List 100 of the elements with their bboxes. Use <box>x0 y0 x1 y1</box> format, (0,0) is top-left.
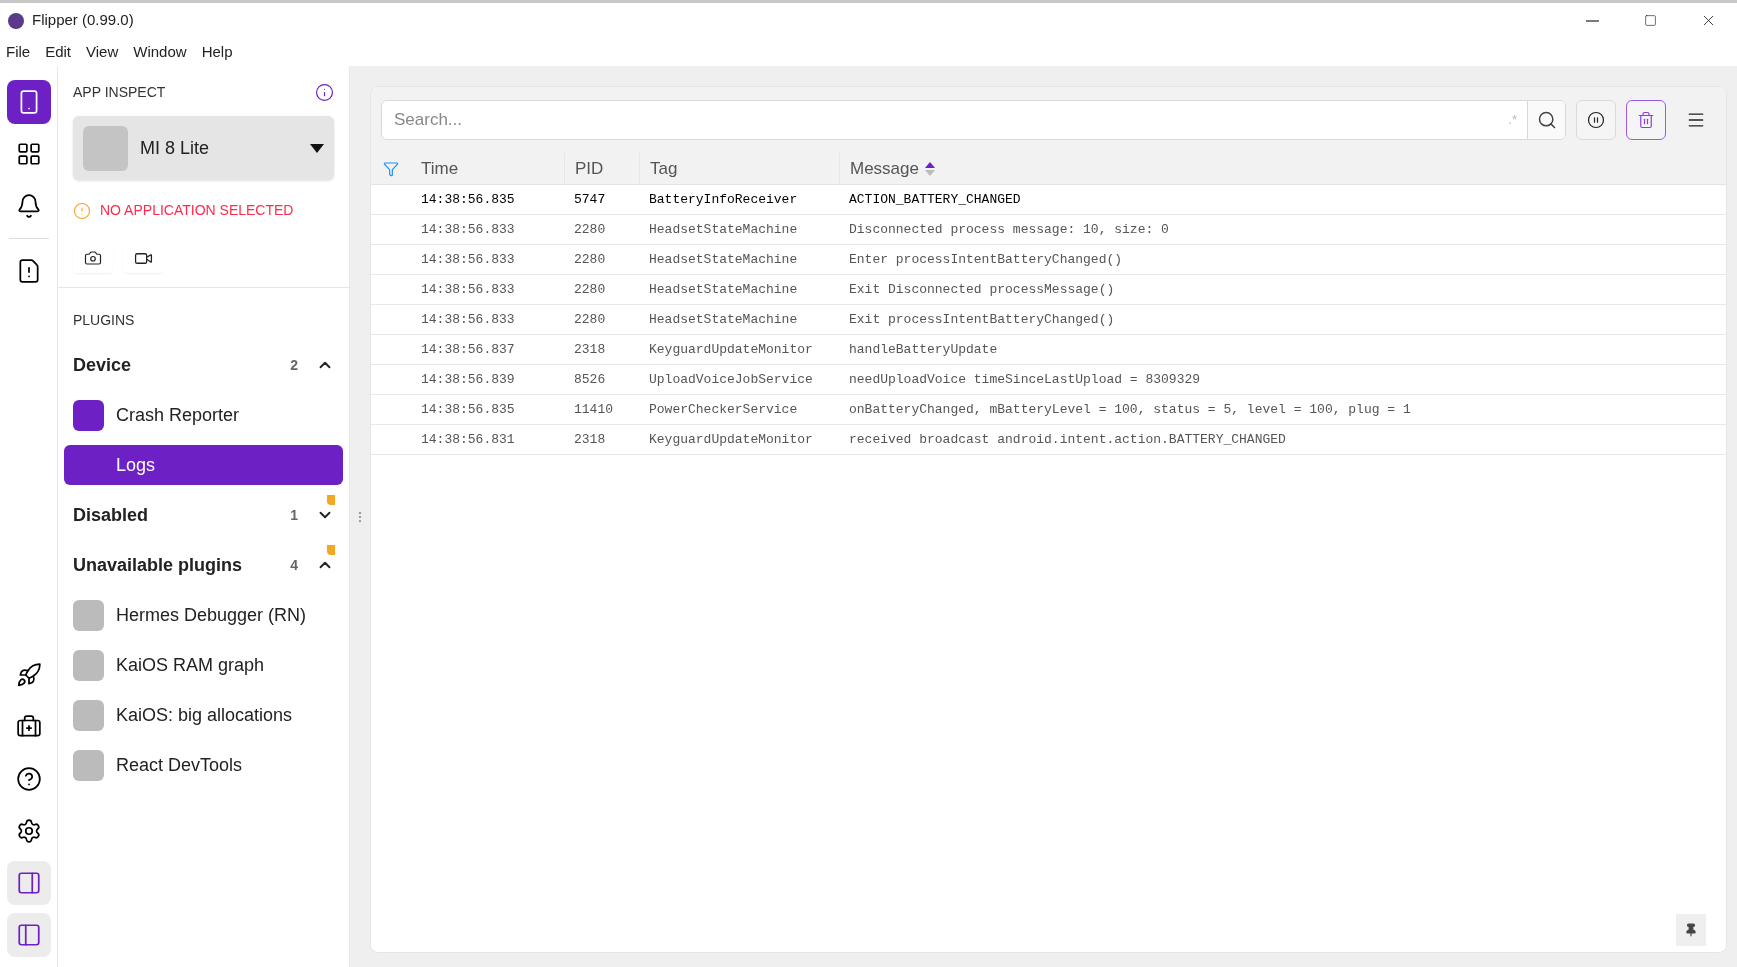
plugin-item[interactable]: KaiOS: big allocations <box>64 695 343 735</box>
log-row[interactable]: 14:38:56.833 2280 HeadsetStateMachine Disconnected process message: 10, size: 0 <box>371 215 1726 245</box>
info-icon[interactable] <box>315 83 334 102</box>
table-cell: 14:38:56.837 <box>421 341 515 357</box>
group-label: Unavailable plugins <box>73 553 244 577</box>
plugin-item[interactable]: KaiOS RAM graph <box>64 645 343 685</box>
window-title: Flipper (0.99.0) <box>32 10 134 31</box>
log-row[interactable]: 14:38:56.837 2318 KeyguardUpdateMonitor handleBatteryUpdate <box>371 335 1726 365</box>
column-header[interactable]: PID <box>564 153 639 184</box>
plugin-item[interactable]: React DevTools <box>64 745 343 785</box>
table-cell: 2280 <box>574 221 606 237</box>
table-cell: 2280 <box>574 311 606 327</box>
caret-icon <box>310 143 324 153</box>
plugin-group-header[interactable]: Device 2 <box>58 340 349 390</box>
plugin-item[interactable]: Logs <box>64 445 343 485</box>
table-cell: needUploadVoice timeSinceLastUpload = 8309329 <box>849 371 1201 387</box>
panel-left-icon <box>15 922 42 948</box>
plugin-item[interactable]: Crash Reporter <box>64 395 343 435</box>
delete-button[interactable] <box>1626 100 1666 140</box>
table-cell: received broadcast android.intent.action.BATTERY_CHANGED <box>849 431 1286 447</box>
rail-button[interactable] <box>6 913 51 957</box>
maximize-icon <box>1643 14 1657 27</box>
log-row[interactable]: 14:38:56.835 11410 PowerCheckerService onBatteryChanged, mBatteryLevel = 100, status = 5, level = 100, plug = 1 <box>371 395 1726 425</box>
table-cell: handleBatteryUpdate <box>849 341 998 357</box>
bell-icon <box>15 193 42 219</box>
warning-text: NO APPLICATION SELECTED <box>100 201 294 220</box>
notice-badge <box>327 495 335 505</box>
sort-icon <box>925 161 935 176</box>
table-cell: 2280 <box>574 251 606 267</box>
table-cell: onBatteryChanged, mBatteryLevel = 100, status = 5, level = 100, plug = 1 <box>849 401 1411 417</box>
pin-button[interactable] <box>1676 914 1706 946</box>
menu-item[interactable]: File <box>6 40 31 64</box>
log-row[interactable]: 14:38:56.839 8526 UploadVoiceJobService needUploadVoice timeSinceLastUpload = 8309329 <box>371 365 1726 395</box>
table-cell: UploadVoiceJobService <box>649 371 813 387</box>
plugin-group-header[interactable]: Unavailable plugins 4 <box>58 540 349 590</box>
table-cell: 2318 <box>574 431 606 447</box>
log-row[interactable]: 14:38:56.833 2280 HeadsetStateMachine Exit Disconnected processMessage() <box>371 275 1726 305</box>
device-dropdown[interactable]: MI 8 Lite <box>73 116 334 180</box>
column-header[interactable]: Time <box>411 153 564 184</box>
group-label: Device <box>73 353 133 377</box>
table-cell: Exit Disconnected processMessage() <box>849 281 1115 297</box>
menu-item[interactable]: Window <box>133 40 187 64</box>
table-cell: HeadsetStateMachine <box>649 251 798 267</box>
table-cell: 5747 <box>574 191 606 207</box>
trash-icon <box>1637 111 1655 129</box>
table-cell: HeadsetStateMachine <box>649 281 798 297</box>
menu-item[interactable]: Edit <box>45 40 72 64</box>
table-cell: 2280 <box>574 281 606 297</box>
filter-icon[interactable] <box>383 160 399 177</box>
table-cell: HeadsetStateMachine <box>649 311 798 327</box>
menu-item[interactable]: Help <box>201 40 233 64</box>
search-button[interactable] <box>1527 101 1565 139</box>
app-logo-icon <box>8 12 24 29</box>
table-cell: 2318 <box>574 341 606 357</box>
medical-kit-icon <box>15 714 42 740</box>
group-label: Disabled <box>73 503 150 527</box>
table-cell: 14:38:56.833 <box>421 281 515 297</box>
table-cell: Enter processIntentBatteryChanged() <box>849 251 1123 267</box>
notice-badge <box>327 545 335 555</box>
table-cell: HeadsetStateMachine <box>649 221 798 237</box>
table-cell: Disconnected process message: 10, size: 0 <box>849 221 1169 237</box>
table-cell: 8526 <box>574 371 606 387</box>
warning-icon <box>73 201 91 220</box>
column-header[interactable]: Tag <box>639 153 839 184</box>
table-cell: Exit processIntentBatteryChanged() <box>849 311 1115 327</box>
group-count: 1 <box>290 505 298 525</box>
menu-item[interactable]: View <box>86 40 119 64</box>
group-count: 4 <box>290 555 298 575</box>
log-row[interactable]: 14:38:56.835 5747 BatteryInfoReceiver ACTION_BATTERY_CHANGED <box>371 185 1726 215</box>
plugin-group-header[interactable]: Disabled 1 <box>58 490 349 540</box>
table-cell: 14:38:56.833 <box>421 251 515 267</box>
pause-button[interactable] <box>1576 100 1616 140</box>
table-cell: KeyguardUpdateMonitor <box>649 341 813 357</box>
panel-right-icon <box>15 870 42 896</box>
table-cell: ACTION_BATTERY_CHANGED <box>849 191 1021 207</box>
group-count: 2 <box>290 355 298 375</box>
pin-icon <box>1684 923 1698 937</box>
table-cell: 11410 <box>574 401 613 417</box>
table-cell: 14:38:56.835 <box>421 401 515 417</box>
camera-icon <box>84 249 102 267</box>
help-icon <box>15 766 42 792</box>
table-cell: KeyguardUpdateMonitor <box>649 431 813 447</box>
settings-icon <box>15 818 42 844</box>
pause-icon <box>1587 111 1605 129</box>
table-cell: 14:38:56.833 <box>421 311 515 327</box>
section-title: PLUGINS <box>73 312 135 328</box>
table-cell: PowerCheckerService <box>649 401 798 417</box>
minimize-icon <box>1585 19 1599 22</box>
log-row[interactable]: 14:38:56.833 2280 HeadsetStateMachine Exit processIntentBatteryChanged() <box>371 305 1726 335</box>
rail-button[interactable] <box>6 861 51 905</box>
section-title: APP INSPECT <box>73 83 166 102</box>
plugin-item[interactable]: Hermes Debugger (RN) <box>64 595 343 635</box>
search-icon <box>1536 110 1557 130</box>
log-row[interactable]: 14:38:56.831 2318 KeyguardUpdateMonitor received broadcast android.intent.action.BATTERY_CHANGED <box>371 425 1726 455</box>
table-cell: 14:38:56.831 <box>421 431 515 447</box>
grid-icon <box>15 141 42 167</box>
rail-button[interactable] <box>6 80 51 124</box>
table-cell: BatteryInfoReceiver <box>649 191 798 207</box>
log-row[interactable]: 14:38:56.833 2280 HeadsetStateMachine Enter processIntentBatteryChanged() <box>371 245 1726 275</box>
column-header[interactable]: Message <box>839 153 1726 184</box>
